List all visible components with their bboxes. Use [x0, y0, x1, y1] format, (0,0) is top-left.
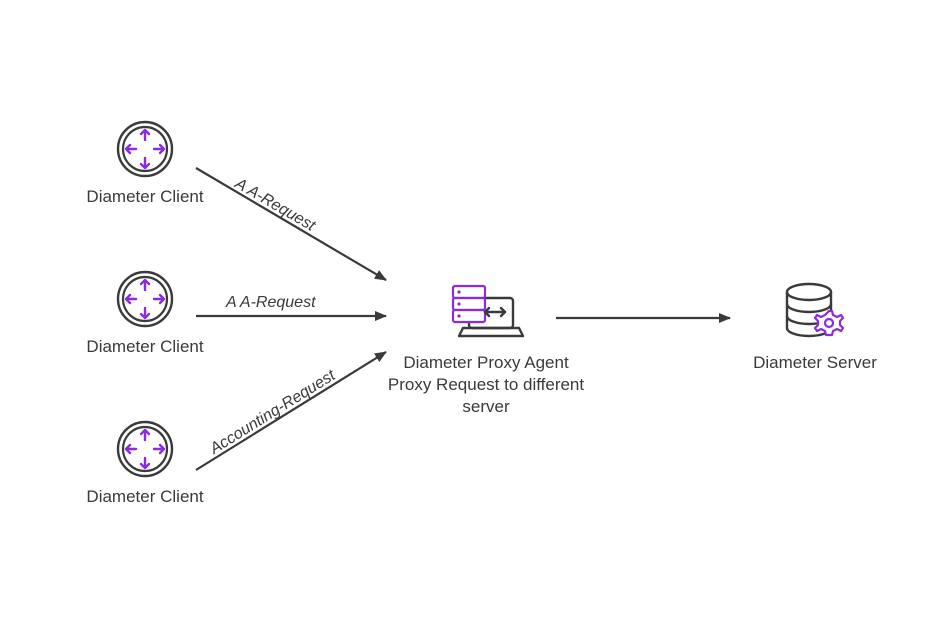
- node-client3-label: Diameter Client: [75, 486, 215, 508]
- node-client1: Diameter Client: [75, 118, 215, 208]
- edge-label-client2-proxy: A A-Request: [226, 294, 316, 312]
- database-gear-icon: [779, 280, 851, 346]
- node-client2-label: Diameter Client: [75, 336, 215, 358]
- proxy-agent-icon: [447, 280, 525, 346]
- node-proxy: Diameter Proxy Agent Proxy Request to di…: [376, 280, 596, 418]
- diagram-stage: A A-Request A A-Request Accounting-Reque…: [0, 0, 941, 627]
- node-client1-label: Diameter Client: [75, 186, 215, 208]
- node-proxy-label: Diameter Proxy Agent Proxy Request to di…: [376, 352, 596, 418]
- node-client2: Diameter Client: [75, 268, 215, 358]
- router-icon: [114, 268, 176, 330]
- node-client3: Diameter Client: [75, 418, 215, 508]
- router-icon: [114, 418, 176, 480]
- router-icon: [114, 118, 176, 180]
- node-server: Diameter Server: [740, 280, 890, 374]
- node-server-label: Diameter Server: [740, 352, 890, 374]
